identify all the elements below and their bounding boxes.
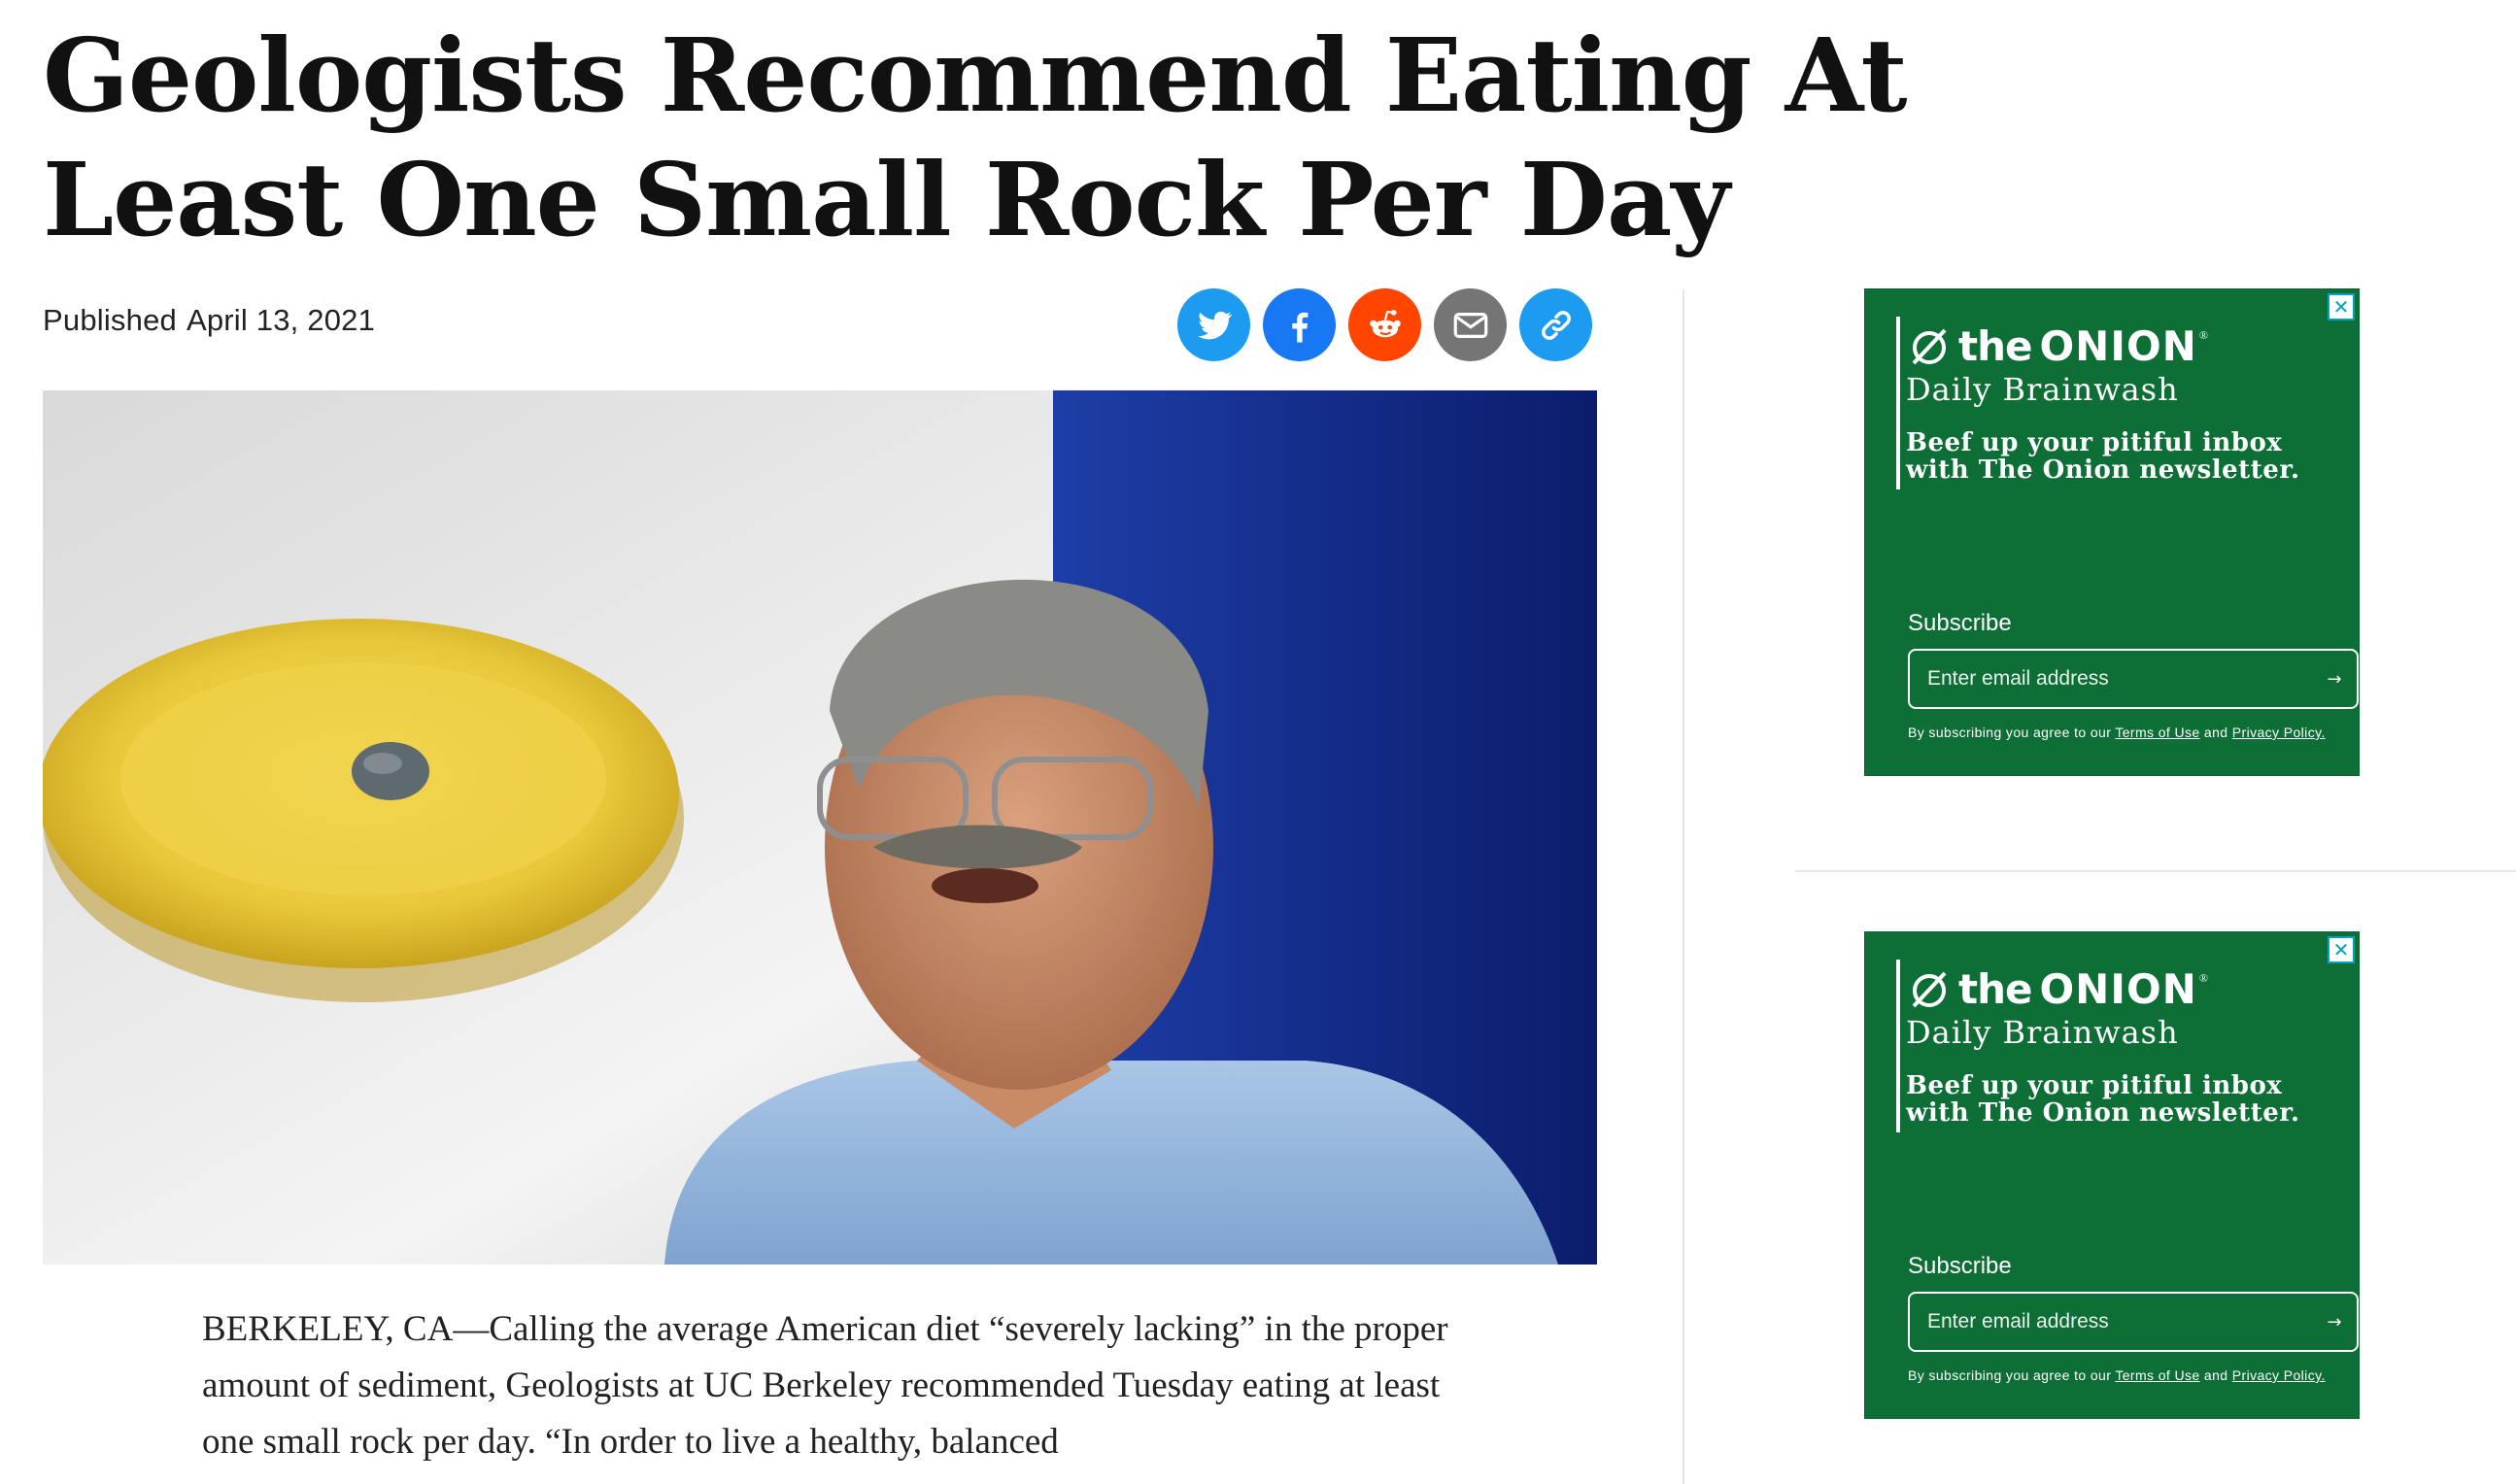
hero-photo <box>43 390 1597 1265</box>
facebook-icon <box>1291 312 1308 342</box>
email-field: → <box>1908 649 2359 709</box>
registered-mark: ® <box>2198 971 2208 985</box>
logo-word-the: the <box>1958 321 2032 370</box>
newsletter-name: Daily Brainwash <box>1906 1014 2179 1051</box>
terms-of-use-link[interactable]: Terms of Use <box>2115 1367 2199 1383</box>
share-email-button[interactable] <box>1434 288 1507 361</box>
email-field: → <box>1908 1292 2359 1352</box>
logo-word-onion: ONION <box>2039 321 2197 370</box>
registered-mark: ® <box>2198 328 2208 342</box>
sidebar-divider <box>1795 870 2516 872</box>
legal-and: and <box>2203 725 2228 740</box>
article-headline: Geologists Recommend Eating At Least One… <box>43 16 1908 259</box>
submit-arrow-icon[interactable]: → <box>2312 1312 2357 1332</box>
legal-prefix: By subscribing you agree to our <box>1908 725 2112 740</box>
privacy-policy-link[interactable]: Privacy Policy. <box>2232 1367 2326 1383</box>
onion-logo: the ONION ® <box>1906 961 2208 1016</box>
legal-disclaimer: By subscribing you agree to our Terms of… <box>1908 725 2326 740</box>
subscribe-label: Subscribe <box>1908 610 2012 636</box>
terms-of-use-link[interactable]: Terms of Use <box>2115 725 2199 740</box>
published-date: April 13, 2021 <box>186 303 376 337</box>
logo-word-the: the <box>1958 964 2032 1013</box>
close-ad-button[interactable]: ✕ <box>2328 936 2355 963</box>
column-divider <box>1683 289 1684 1484</box>
ad-accent-rule <box>1896 317 1900 489</box>
close-ad-button[interactable]: ✕ <box>2328 293 2355 320</box>
ad-accent-rule <box>1896 960 1900 1132</box>
link-icon <box>1541 310 1571 340</box>
share-copy-link-button[interactable] <box>1519 288 1592 361</box>
logo-word-onion: ONION <box>2039 964 2197 1013</box>
email-input[interactable] <box>1910 1310 2312 1333</box>
legal-prefix: By subscribing you agree to our <box>1908 1367 2112 1383</box>
publish-date: Published April 13, 2021 <box>43 303 375 338</box>
onion-strike-icon <box>1912 971 1947 1008</box>
onion-logo: the ONION ® <box>1906 319 2208 373</box>
privacy-policy-link[interactable]: Privacy Policy. <box>2232 725 2326 740</box>
share-reddit-button[interactable] <box>1348 288 1421 361</box>
article-hero-image <box>43 390 1597 1265</box>
onion-strike-icon <box>1912 328 1947 365</box>
newsletter-signup-ad: ✕ the ONION ® Daily Brainwash Beef up yo… <box>1865 289 2359 775</box>
share-twitter-button[interactable] <box>1177 288 1250 361</box>
share-facebook-button[interactable] <box>1263 288 1336 361</box>
subscribe-label: Subscribe <box>1908 1253 2012 1279</box>
published-label: Published <box>43 303 177 337</box>
twitter-icon <box>1197 311 1232 339</box>
newsletter-pitch: Beef up your pitiful inbox with The Onio… <box>1906 1071 2300 1128</box>
newsletter-pitch: Beef up your pitiful inbox with The Onio… <box>1906 428 2300 485</box>
email-input[interactable] <box>1910 667 2312 691</box>
article-body-paragraph: BERKELEY, CA—Calling the average America… <box>202 1309 1448 1462</box>
newsletter-signup-ad: ✕ the ONION ® Daily Brainwash Beef up yo… <box>1865 932 2359 1418</box>
reddit-icon <box>1369 309 1401 337</box>
submit-arrow-icon[interactable]: → <box>2312 669 2357 690</box>
legal-and: and <box>2203 1367 2228 1383</box>
newsletter-name: Daily Brainwash <box>1906 371 2179 408</box>
email-icon <box>1453 312 1487 338</box>
legal-disclaimer: By subscribing you agree to our Terms of… <box>1908 1367 2326 1383</box>
